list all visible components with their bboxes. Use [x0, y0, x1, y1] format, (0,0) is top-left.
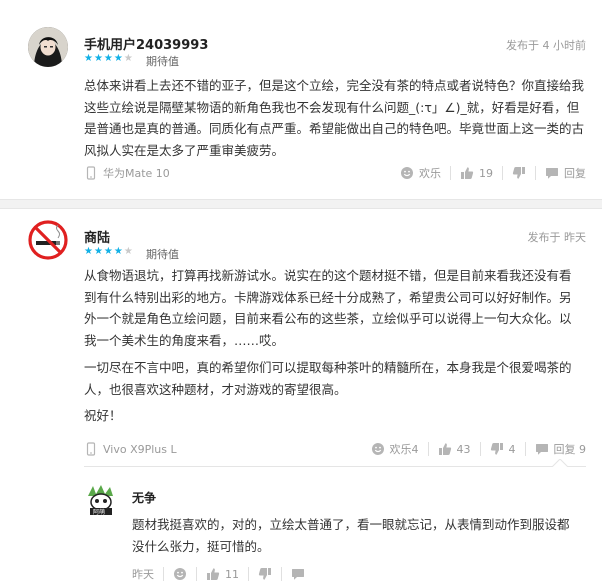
- rating-label: 期待值: [146, 55, 179, 68]
- review-text: 祝好！: [84, 408, 122, 423]
- reply-dislike-button[interactable]: [258, 567, 272, 581]
- divider: [248, 567, 249, 581]
- reply-label: 回复: [564, 167, 586, 180]
- smiley-icon: [371, 443, 384, 455]
- phone-icon: [86, 442, 96, 456]
- reply-avatar-caption: 阿萌: [93, 509, 106, 516]
- star-rating: ★★★★★: [84, 53, 134, 64]
- rating-label: 期待值: [146, 248, 179, 261]
- username[interactable]: 商陆: [84, 227, 110, 246]
- review-footer: Vivo X9Plus L 欢乐4 43 4 回复 9: [84, 435, 586, 463]
- username[interactable]: 手机用户24039993: [84, 34, 208, 53]
- divider: [281, 567, 282, 581]
- avatar-image: [28, 27, 68, 67]
- happy-label: 欢乐4: [389, 443, 419, 456]
- thumbs-up-icon: [438, 443, 451, 455]
- reply-label: 回复 9: [553, 443, 587, 456]
- posted-time: 发布于 昨天: [527, 231, 587, 244]
- divider: [535, 166, 536, 180]
- review-separator: [0, 199, 602, 209]
- like-count: 43: [456, 442, 471, 456]
- reply-avatar[interactable]: 阿萌: [84, 482, 118, 516]
- comment-icon: [292, 569, 304, 580]
- smiley-icon: [401, 167, 413, 179]
- divider: [502, 166, 503, 180]
- thumbs-down-icon: [490, 443, 503, 455]
- reply-footer: 昨天 11: [132, 566, 305, 582]
- divider: [163, 567, 164, 581]
- reply-text: 题材我挺喜欢的，对的，立绘太普通了，看一眼就忘记，从表情到动作到服设都没什么张力…: [132, 517, 570, 554]
- review-text: 一切尽在不言中吧，真的希望你们可以提取每种茶叶的精髓所在，本身我是个很爱喝茶的人…: [84, 360, 572, 397]
- thumbs-down-icon: [512, 167, 525, 179]
- thumbs-up-icon: [207, 568, 220, 580]
- device-info: Vivo X9Plus L: [84, 442, 177, 456]
- device-name: Vivo X9Plus L: [103, 442, 177, 456]
- happy-button[interactable]: 欢乐: [400, 165, 441, 181]
- comment-icon: [546, 168, 558, 179]
- reply-happy-button[interactable]: [173, 567, 187, 581]
- review-footer: 华为Mate 10 欢乐 19 回复: [84, 159, 586, 187]
- review-card: 手机用户24039993 发布于 4 小时前 ★★★★★ 期待值 总体来讲看上去…: [0, 0, 602, 199]
- reply-button[interactable]: 回复 9: [535, 441, 587, 457]
- divider: [427, 442, 429, 456]
- comment-icon: [535, 444, 548, 455]
- like-button[interactable]: 43: [438, 442, 471, 456]
- like-button[interactable]: 19: [460, 166, 493, 180]
- divider: [450, 166, 451, 180]
- review-text: 总体来讲看上去还不错的亚子，但是这个立绘，完全没有茶的特点或者说特色？你直接给我…: [84, 78, 585, 158]
- reply-username[interactable]: 无争: [132, 489, 156, 506]
- dislike-button[interactable]: [512, 166, 526, 180]
- reply-button[interactable]: 回复: [545, 165, 586, 181]
- thumbs-up-icon: [461, 167, 474, 179]
- happy-button[interactable]: 欢乐4: [371, 441, 419, 457]
- review-card: 商陆 发布于 昨天 ★★★★★ 期待值 从食物语退坑，打算再找新游试水。说实在的…: [0, 209, 602, 588]
- divider: [479, 442, 481, 456]
- device-name: 华为Mate 10: [103, 167, 170, 180]
- user-avatar[interactable]: [28, 220, 68, 260]
- user-avatar[interactable]: [28, 27, 68, 67]
- happy-label: 欢乐: [419, 167, 441, 180]
- thumbs-down-icon: [258, 568, 271, 580]
- reply-divider: [84, 466, 586, 467]
- reply-pointer: [552, 459, 568, 467]
- like-count: 19: [479, 166, 493, 180]
- dislike-count: 4: [508, 442, 516, 456]
- reply-time: 昨天: [132, 568, 154, 581]
- no-smoking-icon: [28, 220, 68, 260]
- reply-comment-button[interactable]: [291, 567, 305, 581]
- review-text: 从食物语退坑，打算再找新游试水。说实在的这个题材挺不错，但是目前来看我还没有看到…: [84, 268, 572, 348]
- device-info: 华为Mate 10: [84, 165, 170, 181]
- dislike-button[interactable]: 4: [490, 442, 516, 456]
- reply-like-button[interactable]: 11: [206, 567, 239, 581]
- posted-time: 发布于 4 小时前: [506, 39, 586, 52]
- smiley-icon: [174, 568, 186, 580]
- star-rating: ★★★★★: [84, 246, 134, 257]
- divider: [196, 567, 197, 581]
- divider: [524, 442, 526, 456]
- reply-like-count: 11: [225, 567, 239, 581]
- phone-icon: [86, 166, 96, 180]
